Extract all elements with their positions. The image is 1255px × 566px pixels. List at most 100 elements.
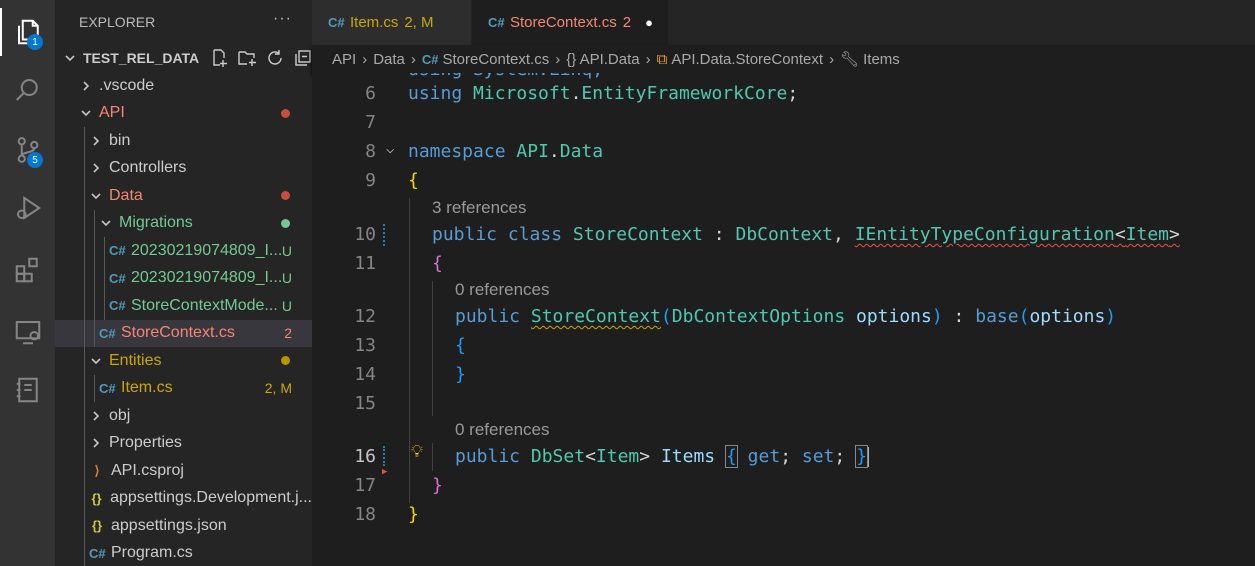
tree-item-label: Entities <box>109 351 162 369</box>
tree-folder[interactable]: Data <box>55 182 312 210</box>
code-line: public class StoreContext : DbContext, I… <box>432 224 1180 245</box>
tree-indent-guide <box>94 237 95 265</box>
tree-item-label: Migrations <box>119 214 193 232</box>
code-line: public StoreContext(DbContextOptions opt… <box>455 306 1117 327</box>
notebook-button[interactable] <box>0 366 55 414</box>
git-decoration: U <box>281 242 292 259</box>
code-line: { <box>408 170 419 191</box>
indent-guide <box>409 198 410 503</box>
tree-folder[interactable]: .vscode <box>55 72 312 100</box>
chevron-right-icon <box>89 409 103 423</box>
indent-guide <box>432 281 433 416</box>
csharp-file-icon: C# <box>109 243 126 259</box>
breadcrumb-item[interactable]: API.Data.StoreContext <box>671 51 823 68</box>
chevron-down-icon <box>79 106 93 120</box>
explorer-sidebar: EXPLORER ··· TEST_REL_DATA .vscode API bin… <box>55 0 312 566</box>
tree-indent-guide <box>84 264 85 292</box>
line-number: 7 <box>365 112 376 133</box>
tree-item-label: .vscode <box>99 76 155 94</box>
tree-file[interactable]: C# Item.cs 2, M <box>55 374 312 402</box>
notebook-icon <box>16 377 38 403</box>
more-actions-icon[interactable]: ··· <box>273 10 292 28</box>
class-icon: ⧉ <box>656 50 668 68</box>
status-dot <box>281 218 290 228</box>
tree-folder[interactable]: API <box>55 100 312 128</box>
tree-item-label: API.csproj <box>111 461 184 479</box>
tab-item-cs[interactable]: C# Item.cs 2, M <box>312 0 471 45</box>
tree-file[interactable]: C# StoreContextMode... U <box>55 292 312 320</box>
codelens-references[interactable]: 0 references <box>455 280 550 300</box>
csharp-file-icon: C# <box>99 380 116 396</box>
tab-storecontext-cs[interactable]: C# StoreContext.cs 2 ● <box>472 0 668 45</box>
tree-item-label: bin <box>109 131 131 149</box>
tree-file[interactable]: ⟩ API.csproj <box>55 457 312 485</box>
code-editor[interactable]: 6 7 8 ⌵ 9 10 11 12 13 14 15 16 17 18 ▶ u… <box>312 73 1255 566</box>
tree-folder[interactable]: Properties <box>55 429 312 457</box>
chevron-right-icon: › <box>645 50 651 68</box>
tree-item-label: API <box>99 104 125 122</box>
tree-folder[interactable]: bin <box>55 127 312 155</box>
source-control-badge: 5 <box>27 152 43 168</box>
line-number: 13 <box>354 335 376 356</box>
run-debug-button[interactable] <box>0 184 55 232</box>
tree-file[interactable]: C# Program.cs <box>55 539 312 566</box>
breadcrumb-item[interactable]: API <box>332 51 356 68</box>
tree-file[interactable]: C# 20230219074809_I... U <box>55 264 312 292</box>
line-number: 16 <box>354 446 376 467</box>
code-line: { <box>432 253 443 274</box>
breadcrumb-item[interactable]: {} API.Data <box>566 51 639 68</box>
new-file-icon[interactable] <box>209 48 229 68</box>
line-number: 15 <box>354 393 376 414</box>
code-line: public DbSet<Item> Items { get; set; } <box>455 445 869 468</box>
breadcrumb-item[interactable]: Items <box>863 51 900 68</box>
tree-indent-guide <box>84 319 85 347</box>
tree-indent-guide <box>84 127 85 155</box>
codelens-references[interactable]: 0 references <box>455 420 550 440</box>
chevron-right-icon <box>89 436 103 450</box>
tree-folder[interactable]: obj <box>55 402 312 430</box>
unsaved-dot-icon[interactable]: ● <box>645 15 653 30</box>
tree-indent-guide <box>84 539 85 566</box>
chevron-right-icon <box>79 79 93 93</box>
tree-indent-guide <box>94 374 95 402</box>
chevron-down-icon <box>99 216 113 230</box>
refresh-icon[interactable] <box>265 48 285 68</box>
tree-folder[interactable]: Migrations <box>55 209 312 237</box>
chevron-right-icon <box>89 161 103 175</box>
tree-indent-guide <box>94 292 95 320</box>
codelens-references[interactable]: 3 references <box>432 198 527 218</box>
workspace-folder[interactable]: TEST_REL_DATA <box>55 44 312 72</box>
tree-file[interactable]: {} appsettings.Development.j... <box>55 484 312 512</box>
tree-item-label: obj <box>109 406 131 424</box>
tree-folder[interactable]: Entities <box>55 347 312 375</box>
status-dot <box>281 191 290 201</box>
search-button[interactable] <box>0 66 55 114</box>
explorer-header: EXPLORER ··· <box>55 0 312 44</box>
new-folder-icon[interactable] <box>237 48 257 68</box>
tree-file[interactable]: {} appsettings.json <box>55 512 312 540</box>
tree-folder[interactable]: Controllers <box>55 154 312 182</box>
csharp-file-icon: C# <box>99 325 116 341</box>
explorer-button[interactable]: 1 <box>0 8 55 56</box>
extensions-button[interactable] <box>0 246 55 294</box>
tree-file[interactable]: C# StoreContext.cs 2 <box>55 319 312 347</box>
lightbulb-icon[interactable]: 💡︎ <box>411 442 423 462</box>
status-dot <box>281 108 290 118</box>
breadcrumb-item[interactable]: Data <box>373 51 405 68</box>
fold-chevron-icon[interactable]: ⌵ <box>386 141 394 157</box>
collapse-all-icon[interactable] <box>293 48 312 68</box>
tree-indent-guide <box>84 484 85 512</box>
code-line: namespace API.Data <box>408 141 604 162</box>
source-control-button[interactable]: 5 <box>0 126 55 174</box>
tree-indent-guide <box>94 264 95 292</box>
tree-indent-guide <box>84 402 85 430</box>
tree-indent-guide <box>84 512 85 540</box>
tree-item-label: StoreContext.cs <box>121 324 235 342</box>
tree-item-label: Data <box>109 186 143 204</box>
file-tree: .vscode API bin Controllers Data Migrations C#… <box>55 72 312 566</box>
tree-file[interactable]: C# 20230219074809_I... U <box>55 237 312 265</box>
remote-explorer-button[interactable] <box>0 308 55 356</box>
change-marker <box>383 446 386 466</box>
tree-indent-guide <box>84 182 85 210</box>
breadcrumb-item[interactable]: StoreContext.cs <box>443 51 550 68</box>
